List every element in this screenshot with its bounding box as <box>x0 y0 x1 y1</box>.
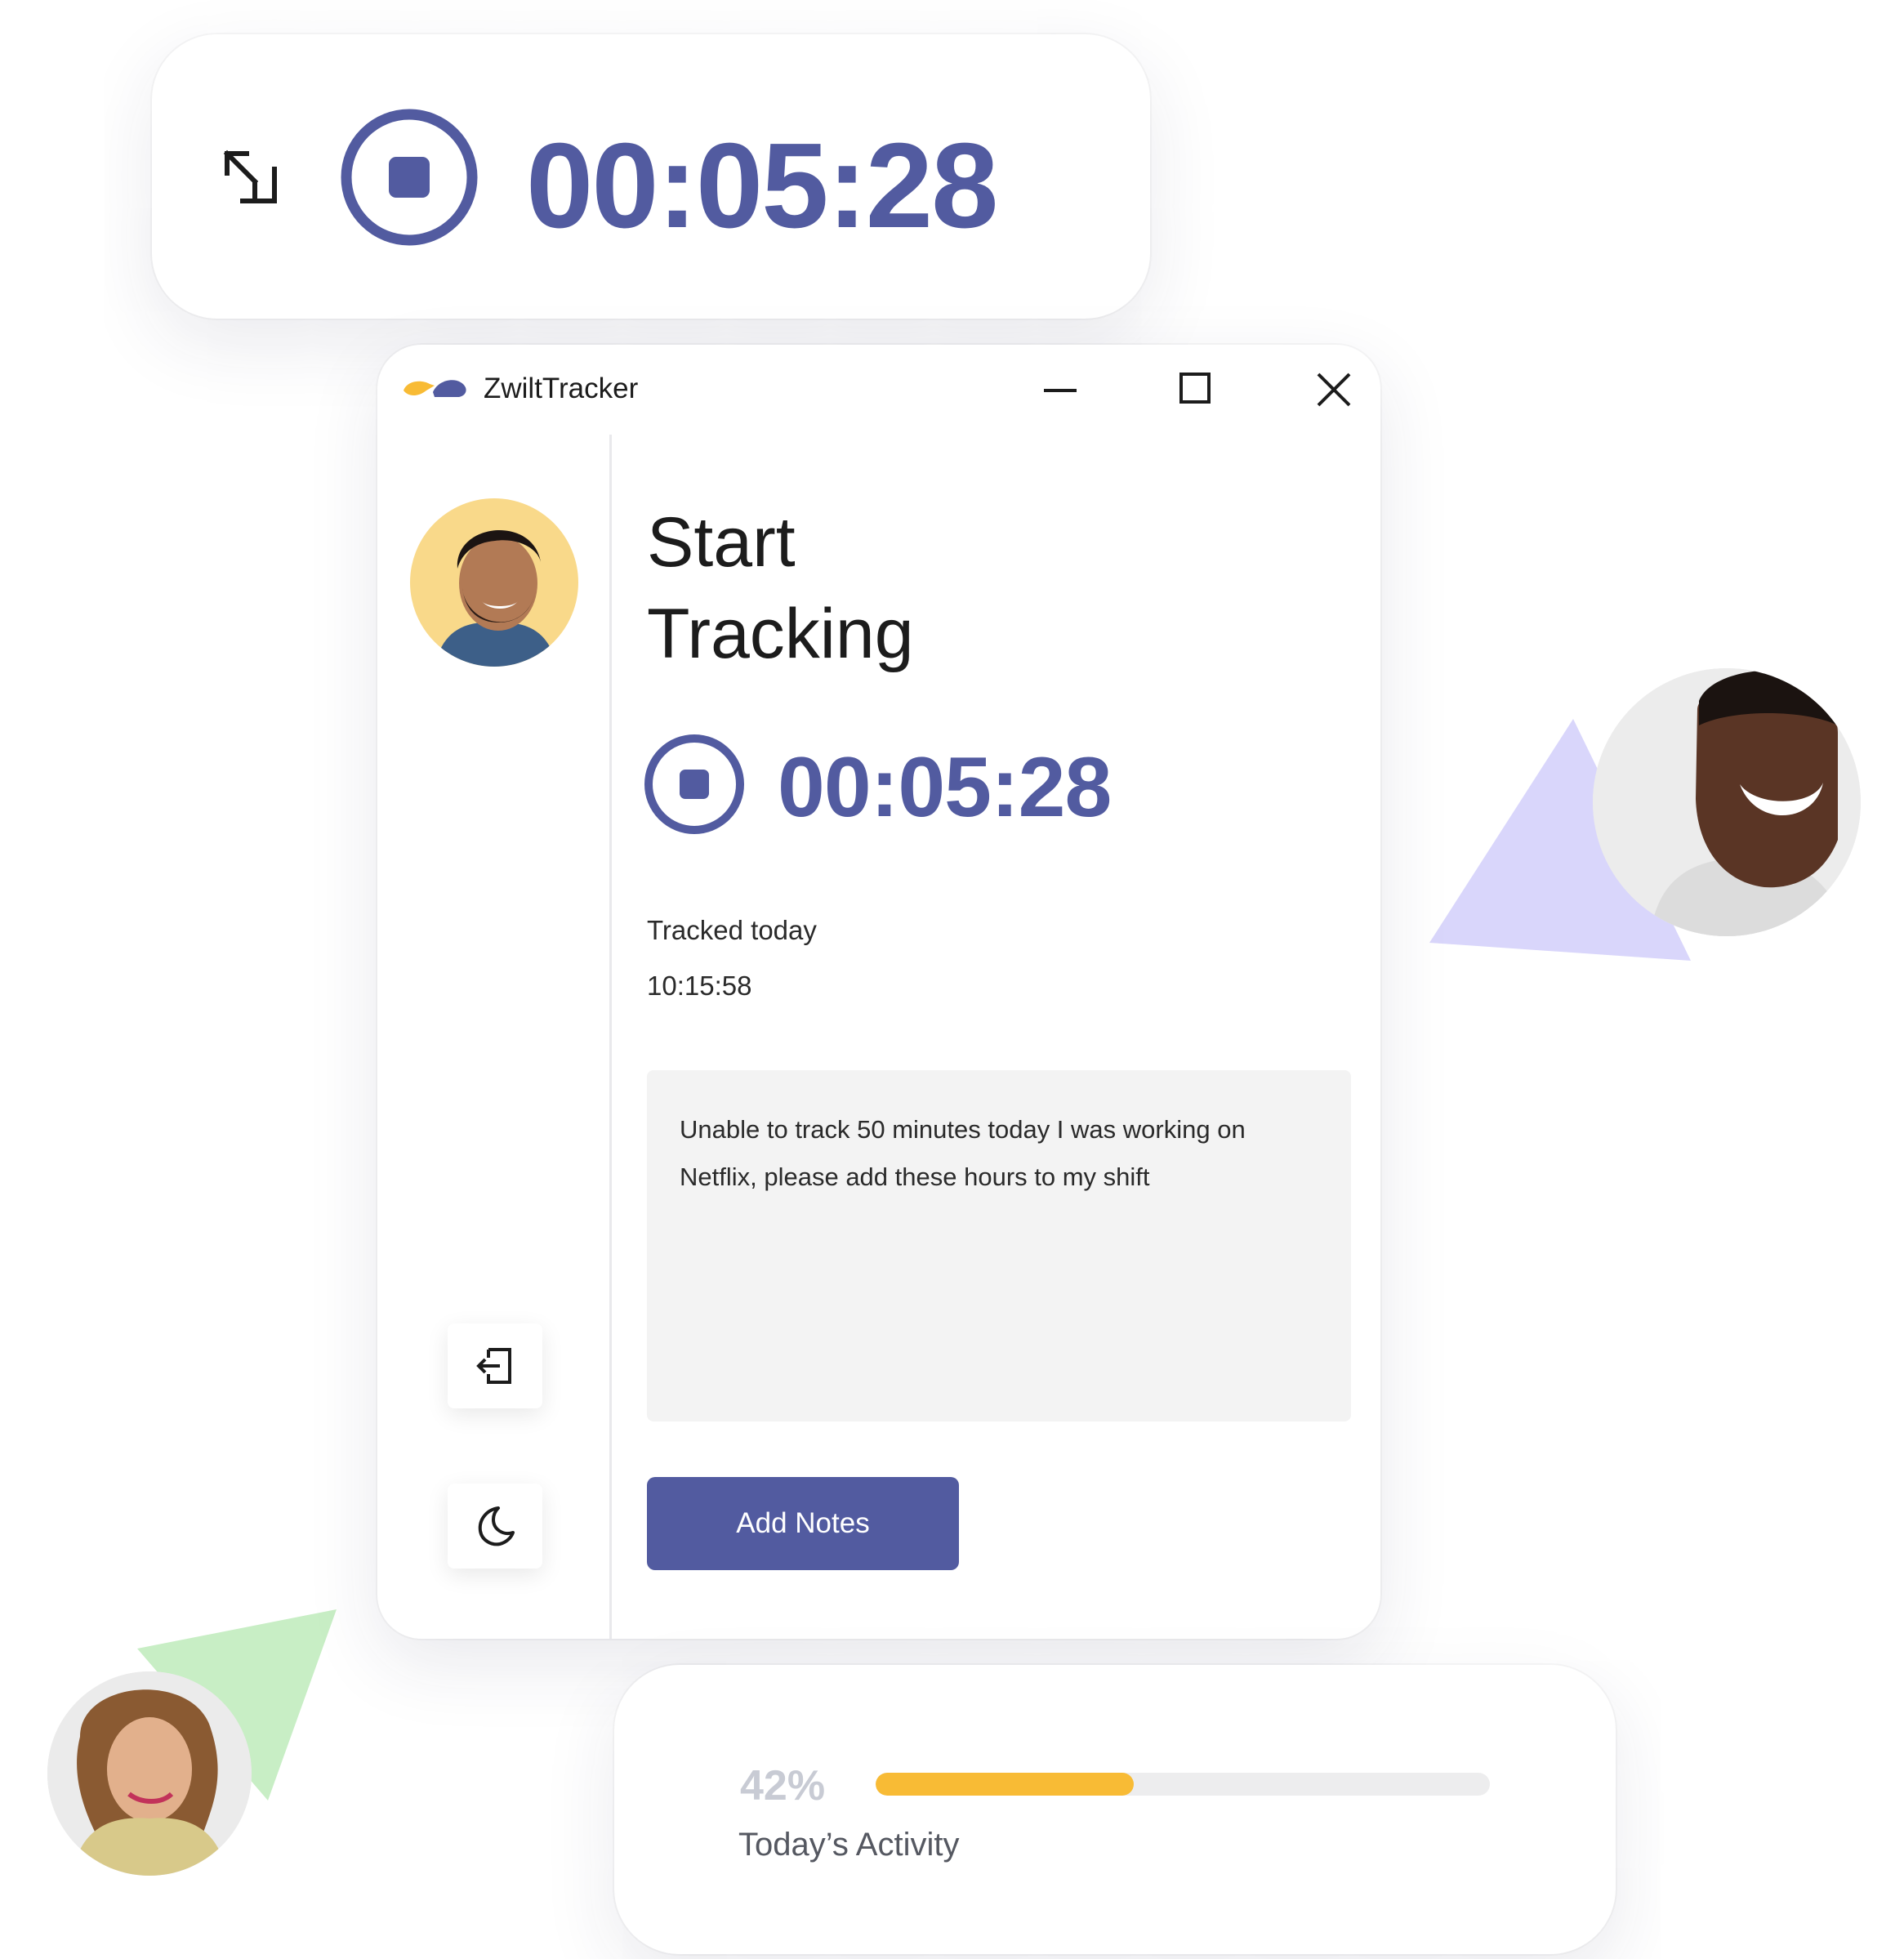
tracked-today-value: 10:15:58 <box>647 971 752 1001</box>
dark-mode-button[interactable] <box>448 1484 542 1569</box>
notes-textarea[interactable]: Unable to track 50 minutes today I was w… <box>647 1070 1351 1421</box>
page-heading: Start Tracking <box>647 497 1055 680</box>
logout-button[interactable] <box>448 1323 542 1408</box>
minimize-icon[interactable] <box>1036 364 1085 413</box>
add-notes-button[interactable]: Add Notes <box>647 1477 959 1570</box>
heading-line-1: Start <box>647 503 796 582</box>
activity-progress-fill <box>876 1773 1134 1796</box>
moon-icon <box>478 1506 515 1546</box>
sidebar-divider <box>609 435 612 1639</box>
floating-avatar-woman <box>47 1671 252 1876</box>
activity-progress-track <box>876 1773 1490 1796</box>
mini-timer-display: 00:05:28 <box>526 118 998 253</box>
mini-timer-widget: 00:05:28 <box>152 34 1150 319</box>
expand-icon[interactable] <box>222 149 279 206</box>
user-avatar[interactable] <box>410 498 578 667</box>
stop-tracking-icon[interactable] <box>644 734 745 835</box>
tracked-today-label: Tracked today <box>647 915 817 945</box>
zwilt-logo <box>404 380 466 397</box>
activity-card: 42% Today’s Activity <box>614 1665 1616 1954</box>
tracker-app-window: ZwiltTracker Start Tracking 00:05:28 Tra… <box>377 345 1380 1639</box>
tracking-timer: 00:05:28 <box>778 740 1112 835</box>
app-title: ZwiltTracker <box>484 373 639 404</box>
activity-percent: 42% <box>740 1762 826 1810</box>
stop-icon[interactable] <box>340 108 479 247</box>
floating-avatar-man <box>1593 668 1861 936</box>
logout-icon <box>476 1348 511 1384</box>
activity-label: Today’s Activity <box>738 1827 960 1863</box>
heading-line-2: Tracking <box>647 595 914 673</box>
title-bar: ZwiltTracker <box>377 345 1380 426</box>
maximize-icon[interactable] <box>1171 364 1220 413</box>
close-icon[interactable] <box>1309 364 1358 413</box>
